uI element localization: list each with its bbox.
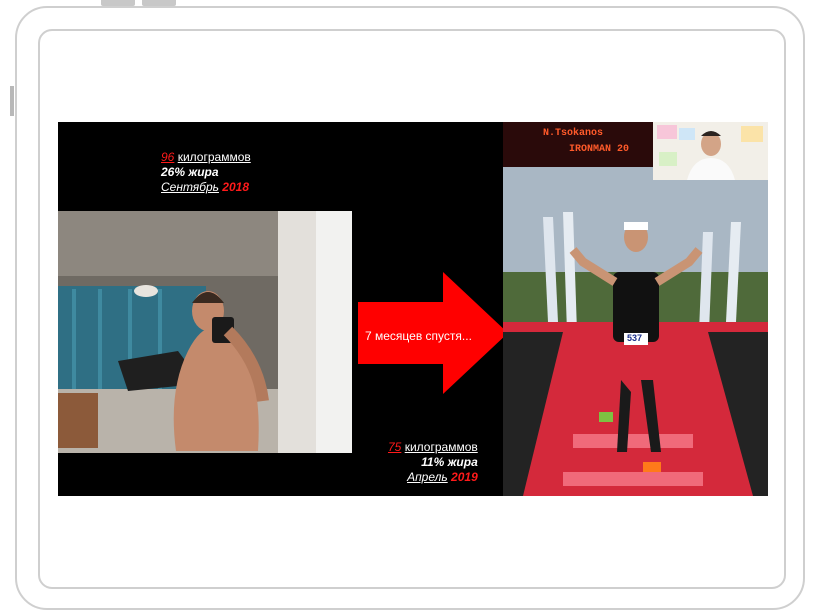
before-weight-unit: килограммов — [177, 150, 251, 164]
scoreboard-event: IRONMAN 20 — [569, 144, 630, 155]
after-weight-unit: килограммов — [404, 440, 478, 454]
before-fat: 26% жира — [161, 165, 219, 179]
before-weight-value: 96 — [161, 150, 175, 164]
after-weight-value: 75 — [388, 440, 402, 454]
side-button[interactable] — [10, 86, 14, 116]
after-photo: 537 N.Tsokanos IRONMAN 20 — [503, 122, 768, 496]
after-fat: 11% жира — [421, 455, 478, 469]
scoreboard: N.Tsokanos IRONMAN 20 — [543, 126, 629, 158]
arrow-label: 7 месяцев спустя... — [365, 329, 472, 343]
before-year: 2018 — [222, 180, 249, 194]
scoreboard-name: N.Tsokanos — [543, 128, 604, 139]
before-month: Сентябрь — [161, 180, 219, 194]
presentation-slide: 96 килограммов 26% жира Сентябрь 2018 7 … — [58, 122, 768, 496]
before-info: 96 килограммов 26% жира Сентябрь 2018 — [161, 150, 251, 195]
after-info: 75 килограммов 11% жира Апрель 2019 — [388, 440, 478, 485]
speaker-video-inset — [653, 122, 768, 180]
after-year: 2019 — [451, 470, 478, 484]
before-photo — [58, 211, 352, 453]
race-bib: 537 — [627, 333, 643, 343]
after-month: Апрель — [407, 470, 448, 484]
